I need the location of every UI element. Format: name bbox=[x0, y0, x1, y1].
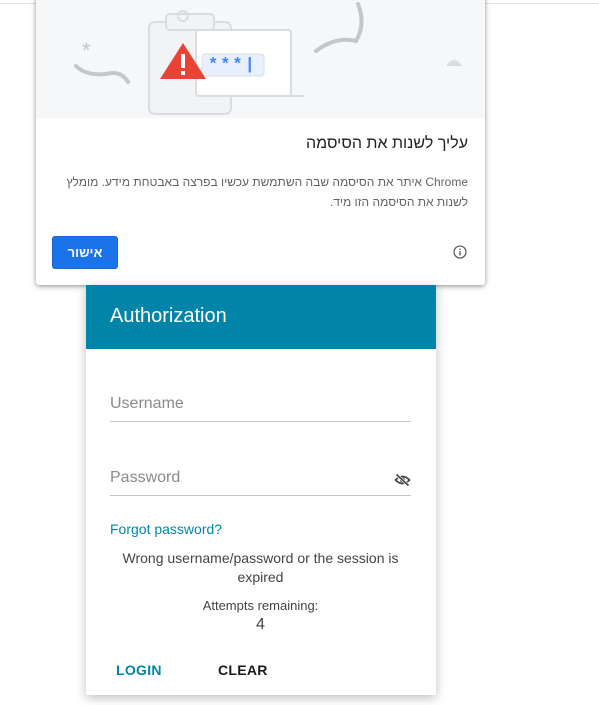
eye-off-icon[interactable] bbox=[394, 473, 411, 487]
username-underline bbox=[110, 421, 411, 422]
username-input[interactable] bbox=[110, 395, 390, 413]
password-underline bbox=[110, 495, 411, 496]
password-warning-bubble: * ***| עליך לשנות את הסיסמה Chrome איתר … bbox=[36, 0, 485, 285]
masked-password-text: ***| bbox=[208, 56, 257, 75]
card-title: Authorization bbox=[110, 305, 227, 327]
attempts-count: 4 bbox=[256, 616, 265, 633]
bubble-message: Chrome איתר את הסיסמה שבה השתמשת עכשיו ב… bbox=[66, 175, 468, 209]
confirm-button[interactable]: אישור bbox=[52, 236, 118, 269]
error-message: Wrong username/password or the session i… bbox=[122, 550, 399, 585]
illustration-graphic: * bbox=[74, 2, 462, 115]
warning-icon bbox=[160, 43, 206, 79]
bubble-title: עליך לשנות את הסיסמה bbox=[306, 135, 468, 152]
attempts-label: Attempts remaining: bbox=[202, 598, 319, 613]
clear-button[interactable]: CLEAR bbox=[218, 662, 268, 678]
card-header: Authorization bbox=[86, 285, 436, 349]
svg-text:*: * bbox=[82, 38, 91, 63]
password-input[interactable] bbox=[110, 469, 390, 487]
authorization-card: Authorization Forgot password? Wrong use… bbox=[86, 285, 436, 695]
breach-illustration: * ***| bbox=[36, 0, 485, 118]
info-icon[interactable] bbox=[453, 245, 467, 259]
forgot-password-link[interactable]: Forgot password? bbox=[110, 521, 222, 537]
login-button[interactable]: LOGIN bbox=[116, 662, 162, 678]
